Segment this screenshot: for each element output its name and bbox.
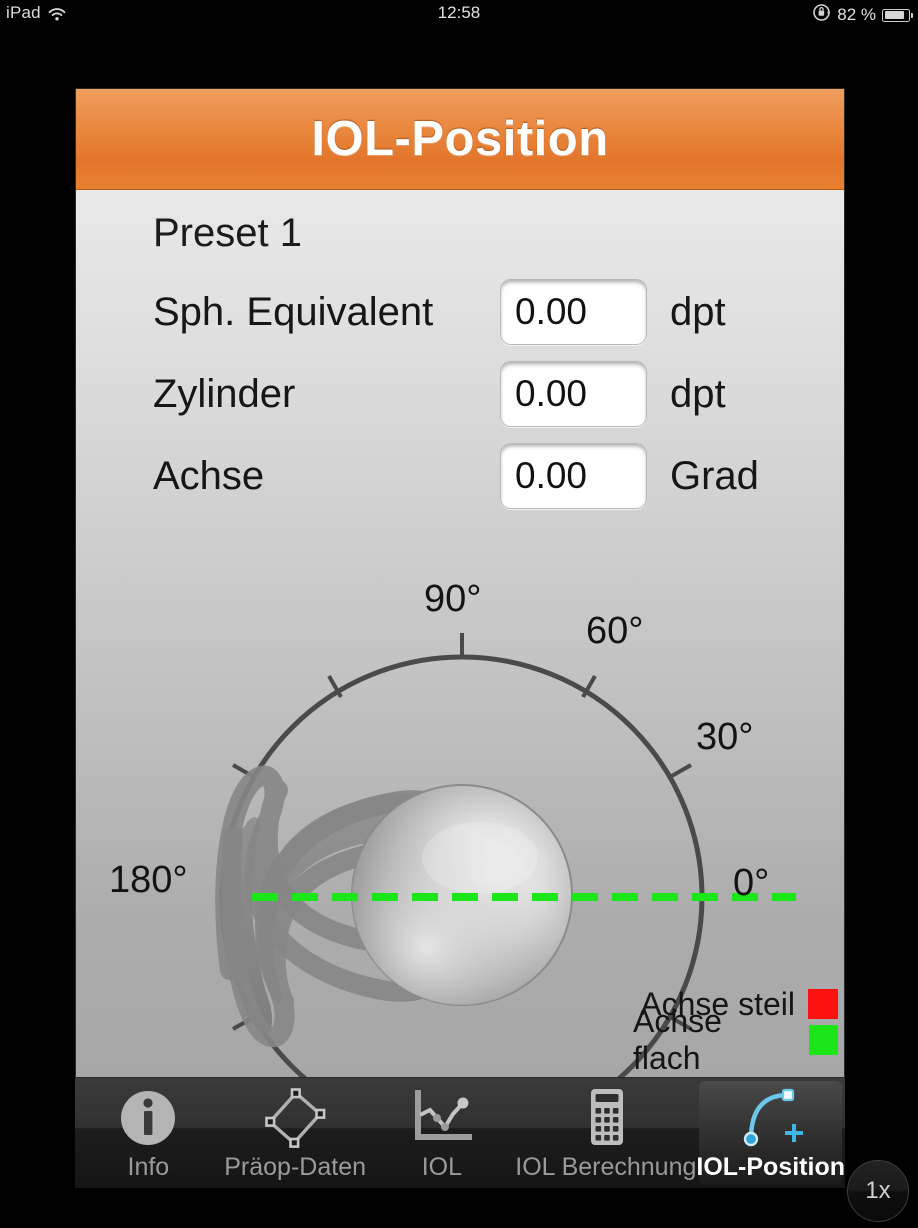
ipad-screen: iPad 12:58 82 % IOL-Position Preset 1 Sp… bbox=[0, 0, 918, 1228]
tab-praeop-daten[interactable]: Präop-Daten bbox=[222, 1078, 369, 1188]
tab-label-iol: IOL bbox=[421, 1153, 463, 1181]
status-bar-right: 82 % bbox=[812, 3, 913, 27]
tab-label-iol-berechnung: IOL Berechnung bbox=[515, 1153, 697, 1181]
bezier-curve-icon bbox=[732, 1087, 810, 1149]
tab-label-iol-position: IOL-Position bbox=[696, 1153, 845, 1181]
page-title: IOL-Position bbox=[311, 112, 609, 166]
iol-diagram-svg[interactable] bbox=[76, 190, 845, 1078]
tab-bar: Info Präop-Daten IOL IOL Berechnung IOL-… bbox=[75, 1078, 845, 1188]
legend-label-flat: Achse flach bbox=[633, 1003, 722, 1076]
legend-row-flat: Achse flach bbox=[633, 1003, 838, 1076]
scale-toggle-button[interactable]: 1x bbox=[847, 1160, 909, 1222]
tab-iol[interactable]: IOL bbox=[369, 1078, 516, 1188]
tab-iol-berechnung[interactable]: IOL Berechnung bbox=[515, 1078, 696, 1188]
rotation-lock-icon bbox=[812, 3, 831, 27]
degree-label-90: 90° bbox=[424, 578, 482, 620]
diagram-legend: Achse steil Achse flach bbox=[633, 986, 838, 1076]
degree-label-0: 0° bbox=[733, 862, 770, 904]
tab-info[interactable]: Info bbox=[75, 1078, 222, 1188]
degree-label-30: 30° bbox=[696, 716, 754, 758]
tab-label-info: Info bbox=[127, 1153, 170, 1181]
clock-label: 12:58 bbox=[437, 3, 481, 22]
info-circle-icon bbox=[109, 1087, 187, 1149]
diamond-nodes-icon bbox=[256, 1087, 334, 1149]
scale-toggle-label: 1x bbox=[865, 1177, 891, 1204]
legend-swatch-flat bbox=[808, 1025, 838, 1055]
degree-label-60: 60° bbox=[586, 610, 644, 652]
title-bar: IOL-Position bbox=[76, 89, 844, 190]
tab-label-praeop-daten: Präop-Daten bbox=[224, 1153, 366, 1181]
line-chart-icon bbox=[403, 1087, 481, 1149]
battery-percent-label: 82 % bbox=[837, 5, 876, 24]
battery-icon bbox=[882, 8, 913, 22]
degree-label-180: 180° bbox=[109, 859, 188, 901]
legend-swatch-steep bbox=[808, 989, 838, 1019]
app-window: IOL-Position Preset 1 Sph. Equivalent 0.… bbox=[75, 88, 845, 1078]
calculator-icon bbox=[567, 1087, 645, 1149]
content-panel: Preset 1 Sph. Equivalent 0.00 dpt Zylind… bbox=[76, 190, 845, 1078]
iol-position-diagram[interactable]: 90° 60° 30° 0° 180° Achse steil Achse fl… bbox=[76, 190, 845, 1078]
status-bar: iPad 12:58 82 % bbox=[0, 0, 918, 26]
tab-iol-position[interactable]: IOL-Position bbox=[696, 1078, 845, 1188]
